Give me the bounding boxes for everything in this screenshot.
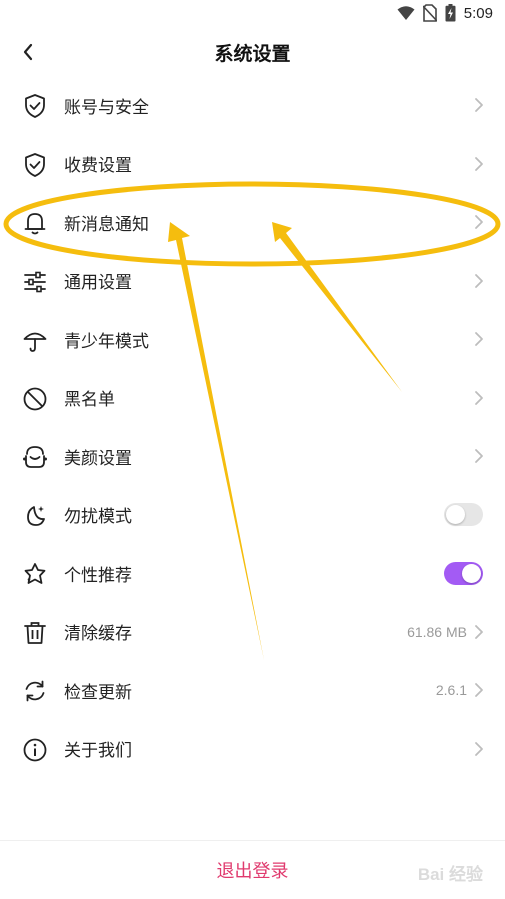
settings-row-beauty[interactable]: 美颜设置	[0, 427, 505, 486]
chevron-right-icon	[475, 332, 483, 347]
battery-charging-icon	[445, 4, 456, 22]
no-sim-icon	[422, 4, 437, 22]
chevron-right-icon	[475, 390, 483, 405]
settings-row-label: 账号与安全	[64, 97, 149, 118]
settings-row-payment[interactable]: 收费设置	[0, 135, 505, 194]
bell-icon	[24, 213, 46, 235]
settings-row-label: 青少年模式	[64, 331, 149, 352]
chevron-right-icon	[475, 98, 483, 113]
settings-row-do-not-disturb: 勿扰模式	[0, 486, 505, 545]
moon-star-icon	[27, 505, 45, 526]
status-bar: 5:09	[0, 0, 505, 28]
page-title: 系统设置	[214, 43, 291, 65]
cache-size-value: 61.86 MB	[407, 623, 467, 640]
nav-bar: 系统设置	[0, 28, 505, 76]
settings-list: 账号与安全 收费设置 新消息通知 通用设置 青少年模式 黑名单 美颜设置 勿扰模…	[0, 76, 505, 778]
chevron-right-icon	[475, 449, 483, 464]
settings-row-recommendation: 个性推荐	[0, 544, 505, 603]
settings-row-label: 黑名单	[64, 390, 115, 411]
settings-row-notifications[interactable]: 新消息通知	[0, 193, 505, 252]
toggle-knob	[462, 563, 481, 583]
settings-row-check-update[interactable]: 检查更新 2.6.1	[0, 661, 505, 720]
recommendation-toggle[interactable]	[444, 561, 483, 585]
settings-row-label: 关于我们	[64, 741, 132, 762]
chevron-right-icon	[475, 741, 483, 756]
settings-row-clear-cache[interactable]: 清除缓存 61.86 MB	[0, 603, 505, 662]
umbrella-icon	[23, 332, 47, 352]
status-time: 5:09	[463, 4, 493, 22]
settings-row-about[interactable]: 关于我们	[0, 720, 505, 779]
settings-row-label: 新消息通知	[64, 214, 149, 235]
wifi-icon	[397, 6, 415, 20]
refresh-icon	[25, 680, 45, 702]
settings-row-label: 清除缓存	[64, 624, 132, 645]
sliders-icon	[24, 271, 46, 292]
shield-check-icon	[25, 152, 45, 177]
watermark: Bai 经验	[417, 865, 483, 884]
settings-row-label: 收费设置	[64, 156, 132, 177]
do-not-disturb-toggle[interactable]	[444, 503, 483, 527]
settings-row-general[interactable]: 通用设置	[0, 252, 505, 311]
trash-icon	[24, 621, 46, 644]
settings-row-label: 通用设置	[64, 273, 132, 294]
status-icons: 5:09	[397, 4, 493, 22]
chevron-right-icon	[475, 683, 483, 698]
settings-row-account-security[interactable]: 账号与安全	[0, 76, 505, 135]
beauty-face-icon	[23, 446, 47, 468]
settings-row-blacklist[interactable]: 黑名单	[0, 369, 505, 428]
version-value: 2.6.1	[435, 682, 467, 699]
settings-row-label: 检查更新	[64, 682, 132, 703]
block-icon	[23, 387, 47, 410]
settings-row-label: 美颜设置	[64, 448, 132, 469]
settings-row-label: 勿扰模式	[64, 507, 132, 528]
settings-row-teen-mode[interactable]: 青少年模式	[0, 310, 505, 369]
chevron-right-icon	[475, 215, 483, 230]
chevron-right-icon	[475, 156, 483, 171]
chevron-right-icon	[475, 273, 483, 288]
shield-check-icon	[25, 94, 45, 118]
star-badge-icon	[24, 563, 46, 584]
toggle-knob	[446, 505, 465, 525]
info-icon	[23, 738, 47, 761]
chevron-right-icon	[475, 624, 483, 639]
settings-row-label: 个性推荐	[64, 565, 132, 586]
